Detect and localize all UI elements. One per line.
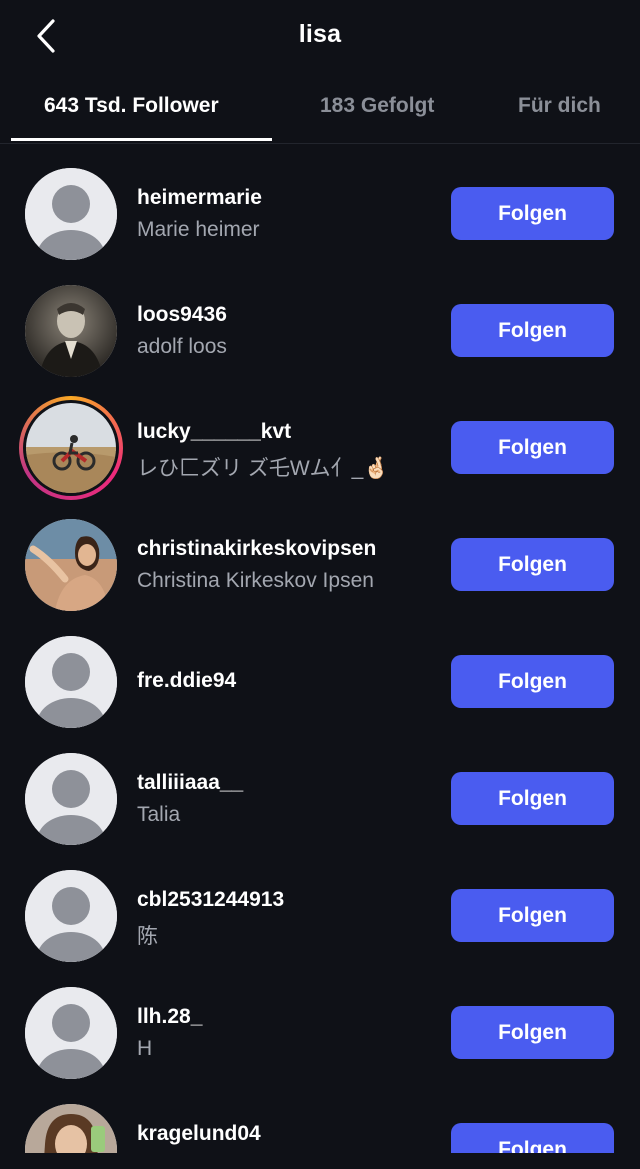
full-name: 陈 (137, 925, 158, 948)
follow-button[interactable]: Folgen (451, 538, 614, 591)
full-name: H (137, 1037, 153, 1060)
follow-button[interactable]: Folgen (451, 421, 614, 474)
list-item[interactable]: loos9436 adolf loos Folgen (0, 262, 640, 379)
tab-followers[interactable]: 643 Tsd. Follower (44, 94, 219, 118)
profile-photo-icon (25, 519, 117, 611)
list-item[interactable]: fre.ddie94 Folgen (0, 613, 640, 730)
active-tab-indicator (11, 138, 272, 141)
full-name: レひ匚ズリ ズ乇Wム亻_🤞🏻 (137, 457, 390, 480)
list-item[interactable]: lucky______kvt レひ匚ズリ ズ乇Wム亻_🤞🏻 Folgen (0, 379, 640, 500)
avatar[interactable] (25, 519, 117, 611)
list-item[interactable]: talliiiaaa__ Talia Folgen (0, 730, 640, 847)
username[interactable]: talliiiaaa__ (137, 771, 243, 795)
full-name: Christina Kirkeskov Ipsen (137, 569, 374, 592)
username[interactable]: fre.ddie94 (137, 669, 236, 693)
avatar[interactable] (25, 870, 117, 962)
follow-button[interactable]: Folgen (451, 1006, 614, 1059)
username[interactable]: lucky______kvt (137, 420, 291, 444)
page-title: lisa (298, 20, 342, 48)
list-item[interactable]: christinakirkeskovipsen Christina Kirkes… (0, 496, 640, 613)
list-item[interactable]: cbl2531244913 陈 Folgen (0, 847, 640, 964)
username[interactable]: cbl2531244913 (137, 888, 284, 912)
username[interactable]: loos9436 (137, 303, 227, 327)
username[interactable]: kragelund04 (137, 1122, 261, 1146)
bottom-edge (0, 1153, 640, 1169)
story-ring (19, 396, 123, 500)
header: lisa (0, 0, 640, 74)
list-item[interactable]: heimermarie Marie heimer Folgen (0, 145, 640, 262)
follow-button[interactable]: Folgen (451, 889, 614, 942)
default-avatar-icon (25, 870, 117, 962)
follow-button[interactable]: Folgen (451, 187, 614, 240)
profile-photo-icon (25, 285, 117, 377)
followers-screen: lisa 643 Tsd. Follower 183 Gefolgt Für d… (0, 0, 640, 1169)
avatar[interactable] (19, 396, 123, 500)
avatar[interactable] (25, 285, 117, 377)
tab-bar: 643 Tsd. Follower 183 Gefolgt Für dich (0, 74, 640, 144)
avatar[interactable] (25, 753, 117, 845)
username[interactable]: llh.28_ (137, 1005, 202, 1029)
avatar[interactable] (25, 636, 117, 728)
avatar[interactable] (25, 987, 117, 1079)
default-avatar-icon (25, 753, 117, 845)
full-name: Talia (137, 803, 181, 826)
follow-button[interactable]: Folgen (451, 772, 614, 825)
list-item[interactable]: llh.28_ H Folgen (0, 964, 640, 1081)
default-avatar-icon (25, 168, 117, 260)
username[interactable]: heimermarie (137, 186, 262, 210)
avatar[interactable] (25, 168, 117, 260)
default-avatar-icon (25, 987, 117, 1079)
follow-button[interactable]: Folgen (451, 655, 614, 708)
default-avatar-icon (25, 636, 117, 728)
tab-for-you[interactable]: Für dich (518, 94, 601, 118)
full-name: Marie heimer (137, 218, 260, 241)
full-name: adolf loos (137, 335, 227, 358)
tab-following[interactable]: 183 Gefolgt (320, 94, 434, 118)
follow-button[interactable]: Folgen (451, 304, 614, 357)
username[interactable]: christinakirkeskovipsen (137, 537, 376, 561)
profile-photo-icon (26, 403, 116, 493)
